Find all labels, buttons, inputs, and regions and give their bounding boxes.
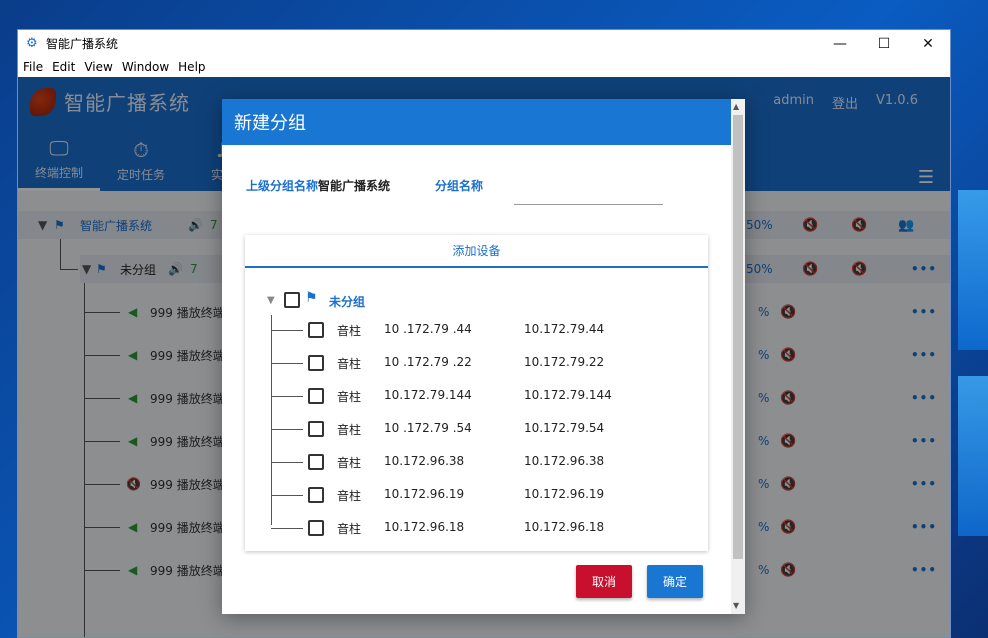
device-checkbox[interactable] bbox=[308, 520, 324, 536]
tree-line bbox=[271, 495, 303, 496]
tree-line bbox=[271, 330, 303, 331]
device-checkbox[interactable] bbox=[308, 454, 324, 470]
device-ip: 10.172.96.38 bbox=[384, 454, 465, 468]
close-icon[interactable]: ✕ bbox=[906, 30, 950, 57]
device-option-row[interactable]: 音柱 10.172.79.144 10.172.79.144 bbox=[245, 386, 708, 406]
title-bar: ⚙ 智能广播系统 — ☐ ✕ bbox=[18, 30, 950, 57]
menu-view[interactable]: View bbox=[84, 60, 112, 74]
group-icon: ⚑ bbox=[305, 290, 318, 306]
device-option-row[interactable]: 音柱 10 .172.79 .54 10.172.79.54 bbox=[245, 419, 708, 439]
group-name-input[interactable] bbox=[514, 179, 663, 205]
device-option-row[interactable]: 音柱 10.172.96.38 10.172.96.38 bbox=[245, 452, 708, 472]
device-checkbox[interactable] bbox=[308, 421, 324, 437]
menu-bar: File Edit View Window Help bbox=[18, 57, 950, 77]
device-ip: 10.172.79.144 bbox=[384, 388, 472, 402]
window-title: 智能广播系统 bbox=[46, 37, 119, 51]
device-option-row[interactable]: 音柱 10 .172.79 .44 10.172.79.44 bbox=[245, 320, 708, 340]
desktop-window-tile bbox=[958, 376, 988, 536]
tree-line bbox=[271, 528, 303, 529]
scroll-down-icon[interactable]: ▼ bbox=[733, 601, 739, 610]
parent-group-label: 上级分组名称 bbox=[246, 179, 319, 193]
group-checkbox[interactable] bbox=[284, 292, 300, 308]
new-group-dialog: 新建分组 ▲ ▼ 上级分组名称 智能广播系统 分组名称 添加设备 ▼ ⚑ 未分组… bbox=[222, 99, 745, 614]
dialog-scrollbar[interactable]: ▲ ▼ bbox=[731, 99, 745, 614]
group-name-label: 分组名称 bbox=[435, 179, 484, 193]
parent-group-value: 智能广播系统 bbox=[318, 179, 391, 193]
device-address: 10.172.96.38 bbox=[524, 454, 605, 468]
expand-caret-icon[interactable]: ▼ bbox=[267, 295, 275, 306]
menu-edit[interactable]: Edit bbox=[52, 60, 75, 74]
device-ip: 10 .172.79 .44 bbox=[384, 322, 472, 336]
device-checkbox[interactable] bbox=[308, 322, 324, 338]
tree-line bbox=[271, 363, 303, 364]
device-address: 10.172.79.22 bbox=[524, 355, 605, 369]
device-address: 10.172.96.19 bbox=[524, 487, 605, 501]
tree-line bbox=[271, 462, 303, 463]
app-gear-icon: ⚙ bbox=[26, 35, 38, 51]
device-type: 音柱 bbox=[337, 390, 362, 404]
device-option-row[interactable]: 音柱 10 .172.79 .22 10.172.79.22 bbox=[245, 353, 708, 373]
cancel-button[interactable]: 取消 bbox=[576, 565, 632, 598]
device-type: 音柱 bbox=[337, 357, 362, 371]
device-type: 音柱 bbox=[337, 456, 362, 470]
tab-add-device[interactable]: 添加设备 bbox=[245, 235, 708, 268]
device-address: 10.172.79.44 bbox=[524, 322, 605, 336]
scroll-up-icon[interactable]: ▲ bbox=[733, 102, 739, 111]
menu-window[interactable]: Window bbox=[122, 60, 169, 74]
window-controls: — ☐ ✕ bbox=[818, 30, 950, 57]
device-option-row[interactable]: 音柱 10.172.96.18 10.172.96.18 bbox=[245, 518, 708, 538]
tree-line bbox=[271, 429, 303, 430]
device-checkbox[interactable] bbox=[308, 355, 324, 371]
scroll-thumb[interactable] bbox=[733, 115, 743, 559]
desktop-window-tile bbox=[958, 190, 988, 350]
device-ip: 10.172.96.19 bbox=[384, 487, 465, 501]
device-ip: 10 .172.79 .22 bbox=[384, 355, 472, 369]
device-ip: 10.172.96.18 bbox=[384, 520, 465, 534]
dialog-title: 新建分组 bbox=[222, 99, 745, 145]
device-address: 10.172.79.144 bbox=[524, 388, 612, 402]
device-address: 10.172.79.54 bbox=[524, 421, 605, 435]
device-type: 音柱 bbox=[337, 324, 362, 338]
tree-group-label: 未分组 bbox=[329, 295, 366, 309]
menu-file[interactable]: File bbox=[23, 60, 43, 74]
parent-group-row: 上级分组名称 智能广播系统 分组名称 bbox=[246, 177, 483, 194]
add-device-panel: 添加设备 ▼ ⚑ 未分组 音柱 10 .172.79 .44 10.172.79… bbox=[245, 235, 708, 551]
minimize-icon[interactable]: — bbox=[818, 30, 862, 57]
device-checkbox[interactable] bbox=[308, 487, 324, 503]
device-type: 音柱 bbox=[337, 489, 362, 503]
maximize-icon[interactable]: ☐ bbox=[862, 30, 906, 57]
device-option-row[interactable]: 音柱 10.172.96.19 10.172.96.19 bbox=[245, 485, 708, 505]
tree-line bbox=[271, 396, 303, 397]
confirm-button[interactable]: 确定 bbox=[647, 565, 703, 598]
menu-help[interactable]: Help bbox=[178, 60, 205, 74]
device-type: 音柱 bbox=[337, 522, 362, 536]
device-address: 10.172.96.18 bbox=[524, 520, 605, 534]
device-ip: 10 .172.79 .54 bbox=[384, 421, 472, 435]
device-type: 音柱 bbox=[337, 423, 362, 437]
device-checkbox[interactable] bbox=[308, 388, 324, 404]
